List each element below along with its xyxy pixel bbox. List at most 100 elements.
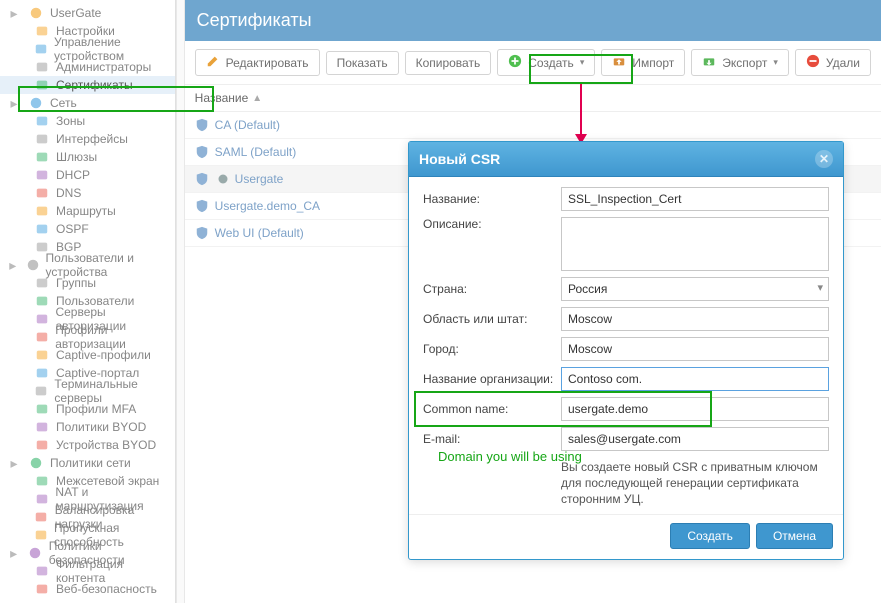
annotation-text: Domain you will be using xyxy=(438,449,582,464)
globe-icon xyxy=(28,95,44,111)
user-icon xyxy=(26,257,40,273)
tree-item[interactable]: Терминальные серверы xyxy=(0,382,175,400)
common-name-field[interactable] xyxy=(561,397,829,421)
export-icon xyxy=(702,54,716,71)
tree-item[interactable]: OSPF xyxy=(0,220,175,238)
show-label: Показать xyxy=(337,56,388,70)
captive-icon xyxy=(34,347,50,363)
create-label: Создать xyxy=(528,56,574,70)
delete-label: Удали xyxy=(826,56,860,70)
import-icon xyxy=(612,54,626,71)
show-button[interactable]: Показать xyxy=(326,51,399,75)
tree-group[interactable]: ▸Сеть xyxy=(0,94,175,112)
portal-icon xyxy=(34,365,50,381)
state-field[interactable] xyxy=(561,307,829,331)
expand-icon: ▸ xyxy=(6,95,22,111)
label-state: Область или штат: xyxy=(423,312,561,326)
dialog-header[interactable]: Новый CSR ✕ xyxy=(409,142,843,177)
label-name: Название: xyxy=(423,192,561,206)
groups-icon xyxy=(34,275,50,291)
delete-icon xyxy=(806,54,820,71)
tree-item[interactable]: Фильтрация контента xyxy=(0,562,175,580)
tree-item[interactable]: Администраторы xyxy=(0,58,175,76)
tree-item[interactable]: Интерфейсы xyxy=(0,130,175,148)
shield-icon xyxy=(195,199,209,213)
edit-label: Редактировать xyxy=(226,56,309,70)
tree-group[interactable]: ▸Пользователи и устройства xyxy=(0,256,175,274)
shield-icon xyxy=(195,226,209,240)
tree-item[interactable]: Зоны xyxy=(0,112,175,130)
table-row[interactable]: CA (Default) xyxy=(185,112,881,139)
create-button[interactable]: Создать ▾ xyxy=(497,49,595,76)
label-country: Страна: xyxy=(423,282,561,296)
page-title: Сертификаты xyxy=(197,10,312,30)
shield-icon xyxy=(195,172,209,186)
country-select[interactable] xyxy=(561,277,829,301)
mfa-icon xyxy=(34,401,50,417)
chevron-down-icon: ▾ xyxy=(817,281,823,294)
page-title-bar: Сертификаты xyxy=(185,0,881,41)
routes-icon xyxy=(34,203,50,219)
tree-group[interactable]: ▸Политики сети xyxy=(0,454,175,472)
tree-item[interactable]: DHCP xyxy=(0,166,175,184)
import-button[interactable]: Импорт xyxy=(601,49,685,76)
export-label: Экспорт xyxy=(722,56,767,70)
dialog-create-button[interactable]: Создать xyxy=(670,523,750,549)
pane-divider[interactable] xyxy=(176,0,184,603)
sidebar: ▸UserGateНастройкиУправление устройством… xyxy=(0,0,176,603)
tree-item[interactable]: Сертификаты xyxy=(0,76,175,94)
cell-name: CA (Default) xyxy=(215,118,280,132)
delete-button[interactable]: Удали xyxy=(795,49,871,76)
dialog-cancel-button[interactable]: Отмена xyxy=(756,523,833,549)
tree-item[interactable]: Captive-профили xyxy=(0,346,175,364)
tree-item[interactable]: Веб-безопасность xyxy=(0,580,175,598)
sort-asc-icon: ▲ xyxy=(252,93,262,104)
expand-icon: ▸ xyxy=(6,257,20,273)
firewall-icon xyxy=(34,473,50,489)
tree-item[interactable]: Управление устройством xyxy=(0,40,175,58)
chevron-down-icon: ▾ xyxy=(773,57,778,68)
description-field[interactable] xyxy=(561,217,829,271)
users-icon xyxy=(34,59,50,75)
interfaces-icon xyxy=(34,131,50,147)
city-field[interactable] xyxy=(561,337,829,361)
tree-item[interactable]: Профили авторизации xyxy=(0,328,175,346)
toolbar: Редактировать Показать Копировать Создат… xyxy=(185,41,881,85)
edit-button[interactable]: Редактировать xyxy=(195,49,320,76)
export-button[interactable]: Экспорт ▾ xyxy=(691,49,789,76)
close-icon[interactable]: ✕ xyxy=(815,150,833,168)
gateway-icon xyxy=(34,149,50,165)
copy-button[interactable]: Копировать xyxy=(405,51,492,75)
tree-item[interactable]: Устройства BYOD xyxy=(0,436,175,454)
expand-icon: ▸ xyxy=(6,5,22,21)
server-icon xyxy=(34,311,49,327)
dns-icon xyxy=(34,185,50,201)
csr-dialog: Новый CSR ✕ Название: Описание: Страна: … xyxy=(408,141,844,560)
tree-item[interactable]: Политики BYOD xyxy=(0,418,175,436)
expand-icon: ▸ xyxy=(6,545,21,561)
filter-icon xyxy=(34,563,50,579)
cell-name: SAML (Default) xyxy=(215,145,297,159)
tree-item[interactable]: DNS xyxy=(0,184,175,202)
copy-label: Копировать xyxy=(416,56,481,70)
shield-icon xyxy=(27,545,42,561)
terminal-icon xyxy=(34,383,48,399)
email-field[interactable] xyxy=(561,427,829,451)
byod-icon xyxy=(34,419,50,435)
cell-name: Usergate xyxy=(235,172,284,186)
label-common-name: Common name: xyxy=(423,402,561,416)
tree-group[interactable]: ▸UserGate xyxy=(0,4,175,22)
label-org: Название организации: xyxy=(423,372,561,386)
device-icon xyxy=(34,437,50,453)
tree-item[interactable]: Шлюзы xyxy=(0,148,175,166)
tree-item[interactable]: Маршруты xyxy=(0,202,175,220)
org-field[interactable] xyxy=(561,367,829,391)
label-email: E-mail: xyxy=(423,432,561,446)
user-icon xyxy=(34,293,50,309)
gear-icon xyxy=(34,23,50,39)
table-header[interactable]: Название ▲ xyxy=(185,85,881,112)
cell-name: Usergate.demo_CA xyxy=(215,199,320,213)
chevron-down-icon: ▾ xyxy=(580,57,585,68)
name-field[interactable] xyxy=(561,187,829,211)
dialog-title: Новый CSR xyxy=(419,151,500,167)
